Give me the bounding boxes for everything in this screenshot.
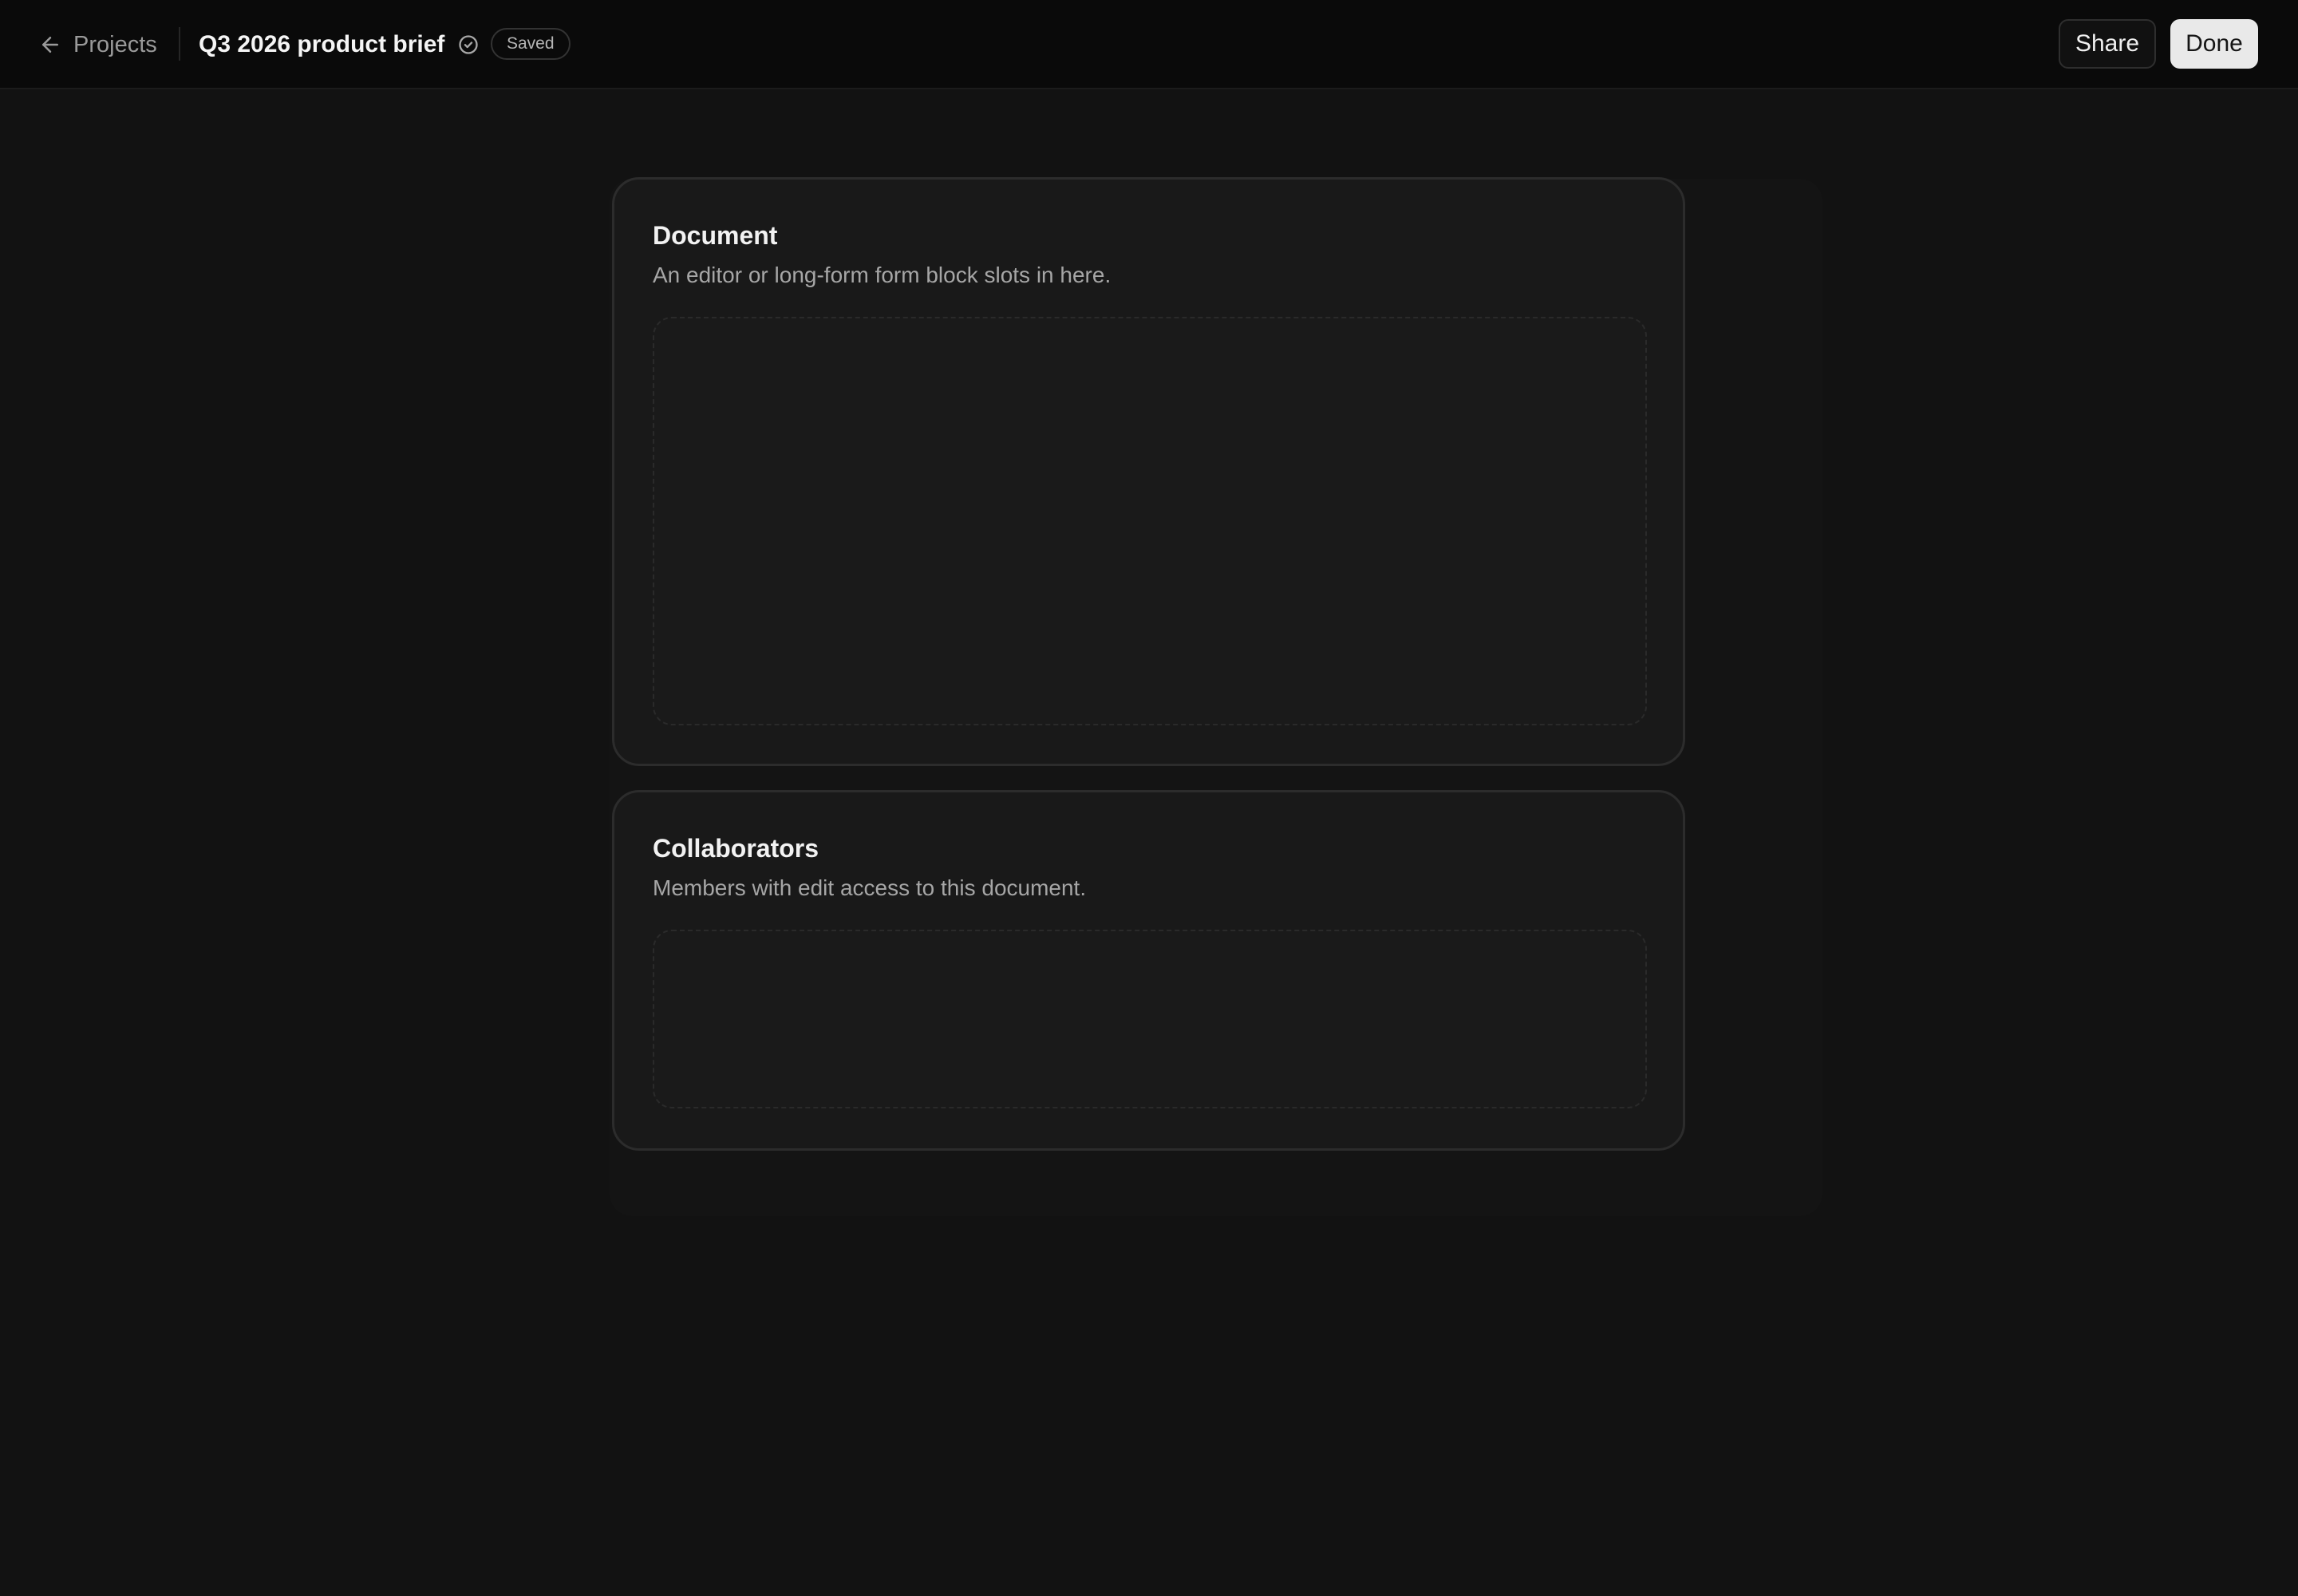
- top-bar: Projects Q3 2026 product brief Saved Sha…: [0, 0, 2298, 89]
- back-link-label: Projects: [73, 31, 157, 57]
- saved-status-badge: Saved: [491, 28, 571, 60]
- document-editor-slot[interactable]: [653, 317, 1647, 725]
- collaborators-card: Collaborators Members with edit access t…: [612, 790, 1685, 1151]
- header-divider: [179, 27, 180, 61]
- collaborators-card-title: Collaborators: [653, 834, 819, 863]
- document-card-description: An editor or long-form form block slots …: [653, 263, 1111, 287]
- done-button[interactable]: Done: [2170, 19, 2258, 69]
- collaborators-card-description: Members with edit access to this documen…: [653, 875, 1087, 900]
- share-button[interactable]: Share: [2059, 19, 2156, 69]
- document-card-title: Document: [653, 221, 778, 250]
- check-circle-icon: [459, 35, 478, 54]
- arrow-left-icon: [42, 37, 58, 53]
- collaborators-slot[interactable]: [653, 930, 1647, 1108]
- back-to-projects-link[interactable]: Projects: [38, 26, 157, 63]
- document-title: Q3 2026 product brief: [199, 31, 445, 57]
- document-card: Document An editor or long-form form blo…: [612, 177, 1685, 766]
